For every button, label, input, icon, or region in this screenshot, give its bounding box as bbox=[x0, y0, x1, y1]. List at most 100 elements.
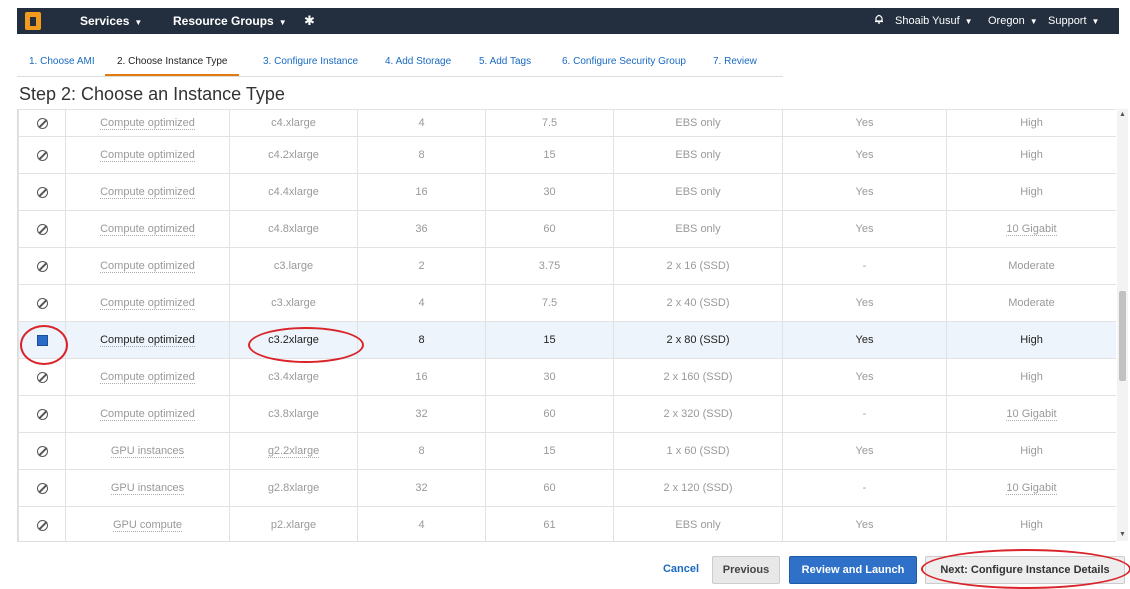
pin-icon[interactable]: ✱ bbox=[304, 8, 315, 34]
cell-storage: 2 x 120 (SSD) bbox=[613, 469, 783, 507]
bell-icon[interactable] bbox=[874, 14, 884, 24]
row-select-cell[interactable] bbox=[18, 173, 66, 211]
cell-network: 10 Gigabit bbox=[946, 469, 1116, 507]
row-select-cell[interactable] bbox=[18, 469, 66, 507]
row-select-cell[interactable] bbox=[18, 284, 66, 322]
cell-network-text: High bbox=[1020, 117, 1043, 129]
cell-storage: EBS only bbox=[613, 136, 783, 174]
row-select-cell[interactable] bbox=[18, 109, 66, 137]
step-choose-ami[interactable]: 1. Choose AMI bbox=[17, 48, 107, 76]
table-row[interactable]: Compute optimized c4.4xlarge 16 30 EBS only Y… bbox=[18, 173, 1116, 211]
row-select-cell[interactable] bbox=[18, 395, 66, 433]
page-title: Step 2: Choose an Instance Type bbox=[19, 84, 285, 104]
table-row[interactable]: GPU instances g2.2xlarge 8 15 1 x 60 (SSD) Ye… bbox=[18, 432, 1116, 470]
row-select-cell[interactable] bbox=[18, 506, 66, 541]
annotation-circle-next-button bbox=[921, 549, 1130, 589]
cell-network-text: High bbox=[1020, 519, 1043, 531]
cell-type-text: g2.2xlarge bbox=[267, 445, 320, 458]
unavailable-icon[interactable] bbox=[36, 149, 48, 161]
step-add-tags[interactable]: 5. Add Tags bbox=[467, 48, 543, 76]
table-row[interactable]: Compute optimized c4.2xlarge 8 15 EBS only Ye… bbox=[18, 136, 1116, 174]
cell-network: High bbox=[946, 321, 1116, 359]
table-row[interactable]: GPU instances g2.8xlarge 32 60 2 x 120 (SSD)… bbox=[18, 469, 1116, 507]
scroll-up-arrow-icon[interactable]: ▲ bbox=[1117, 110, 1128, 120]
unavailable-icon[interactable] bbox=[36, 117, 48, 129]
cell-memory-text: 7.5 bbox=[541, 117, 558, 129]
table-row[interactable]: Compute optimized c3.large 2 3.75 2 x 16 (SS… bbox=[18, 247, 1116, 285]
cell-network: 10 Gigabit bbox=[946, 395, 1116, 433]
cell-vcpu: 8 bbox=[357, 136, 486, 174]
cell-storage: 2 x 40 (SSD) bbox=[613, 284, 783, 322]
cell-vcpu-text: 4 bbox=[418, 117, 425, 129]
cell-network-text: 10 Gigabit bbox=[1006, 482, 1057, 495]
unavailable-icon[interactable] bbox=[36, 260, 48, 272]
cell-type: c3.4xlarge bbox=[229, 358, 358, 396]
cell-memory-text: 30 bbox=[543, 186, 556, 198]
cell-ebs-text: - bbox=[862, 260, 867, 272]
step-add-storage[interactable]: 4. Add Storage bbox=[373, 48, 463, 76]
scroll-down-arrow-icon[interactable]: ▼ bbox=[1117, 530, 1128, 540]
row-select-cell[interactable] bbox=[18, 136, 66, 174]
table-row[interactable]: Compute optimized c3.xlarge 4 7.5 2 x 40 (SS… bbox=[18, 284, 1116, 322]
cell-ebs-text: Yes bbox=[855, 117, 874, 129]
cell-ebs-text: Yes bbox=[855, 445, 874, 457]
unavailable-icon[interactable] bbox=[36, 482, 48, 494]
cell-memory: 3.75 bbox=[485, 247, 614, 285]
unavailable-icon[interactable] bbox=[36, 519, 48, 531]
cell-type-text: c3.xlarge bbox=[271, 297, 316, 309]
cell-vcpu: 32 bbox=[357, 395, 486, 433]
cell-network: High bbox=[946, 506, 1116, 541]
cell-vcpu: 36 bbox=[357, 210, 486, 248]
review-and-launch-button[interactable]: Review and Launch bbox=[789, 556, 917, 584]
cancel-button[interactable]: Cancel bbox=[660, 556, 702, 582]
table-row[interactable]: Compute optimized c3.8xlarge 32 60 2 x 320 (… bbox=[18, 395, 1116, 433]
cell-memory-text: 7.5 bbox=[541, 297, 558, 309]
cell-network-text: Moderate bbox=[1008, 260, 1055, 272]
unavailable-icon[interactable] bbox=[36, 223, 48, 235]
previous-button[interactable]: Previous bbox=[712, 556, 780, 584]
row-select-cell[interactable] bbox=[18, 210, 66, 248]
table-row[interactable]: Compute optimized c3.4xlarge 16 30 2 x 160 (… bbox=[18, 358, 1116, 396]
cell-type: c3.8xlarge bbox=[229, 395, 358, 433]
unavailable-icon[interactable] bbox=[36, 297, 48, 309]
row-select-cell[interactable] bbox=[18, 247, 66, 285]
instance-type-table-container[interactable]: Compute optimized c4.xlarge 4 7.5 EBS only Ye… bbox=[17, 109, 1116, 542]
row-select-cell[interactable] bbox=[18, 432, 66, 470]
cell-family-text: Compute optimized bbox=[100, 408, 195, 421]
cell-memory-text: 3.75 bbox=[538, 260, 561, 272]
cell-ebs-text: Yes bbox=[855, 223, 874, 235]
cell-type-text: c3.large bbox=[273, 260, 314, 272]
services-menu[interactable]: Services ▼ bbox=[80, 8, 142, 34]
unavailable-icon[interactable] bbox=[36, 371, 48, 383]
table-row[interactable]: GPU compute p2.xlarge 4 61 EBS only Yes High bbox=[18, 506, 1116, 541]
user-menu[interactable]: Shoaib Yusuf ▼ bbox=[895, 8, 973, 34]
step-review[interactable]: 7. Review bbox=[701, 48, 769, 76]
scrollbar-thumb[interactable] bbox=[1119, 291, 1126, 381]
unavailable-icon[interactable] bbox=[36, 408, 48, 420]
cell-family-text: Compute optimized bbox=[100, 117, 195, 130]
cell-vcpu-text: 36 bbox=[415, 223, 428, 235]
cell-network: Moderate bbox=[946, 247, 1116, 285]
table-row[interactable]: Compute optimized c4.8xlarge 36 60 EBS only Y… bbox=[18, 210, 1116, 248]
cell-memory-text: 60 bbox=[543, 408, 556, 420]
cell-network: High bbox=[946, 136, 1116, 174]
cell-vcpu-text: 2 bbox=[418, 260, 425, 272]
unavailable-icon[interactable] bbox=[36, 445, 48, 457]
cell-ebs-text: - bbox=[862, 482, 867, 494]
support-menu[interactable]: Support ▼ bbox=[1048, 8, 1099, 34]
cell-type: c4.2xlarge bbox=[229, 136, 358, 174]
step-choose-instance-type[interactable]: 2. Choose Instance Type bbox=[105, 48, 240, 76]
table-row[interactable]: Compute optimized c3.2xlarge 8 15 2 x 80 (SS… bbox=[18, 321, 1116, 359]
region-menu[interactable]: Oregon ▼ bbox=[988, 8, 1038, 34]
unavailable-icon[interactable] bbox=[36, 186, 48, 198]
cell-memory: 15 bbox=[485, 321, 614, 359]
table-row[interactable]: Compute optimized c4.xlarge 4 7.5 EBS only Ye… bbox=[18, 109, 1116, 137]
aws-logo-icon[interactable] bbox=[25, 12, 41, 30]
cell-network-text: 10 Gigabit bbox=[1006, 223, 1057, 236]
table-scrollbar[interactable]: ▲ ▼ bbox=[1117, 109, 1128, 541]
top-navigation-bar: Services ▼ Resource Groups ▼ ✱ Shoaib Yusu… bbox=[0, 0, 1130, 34]
step-configure-instance[interactable]: 3. Configure Instance bbox=[251, 48, 370, 76]
cell-memory: 60 bbox=[485, 395, 614, 433]
step-configure-security-group[interactable]: 6. Configure Security Group bbox=[550, 48, 698, 76]
resource-groups-menu[interactable]: Resource Groups ▼ bbox=[173, 8, 287, 34]
